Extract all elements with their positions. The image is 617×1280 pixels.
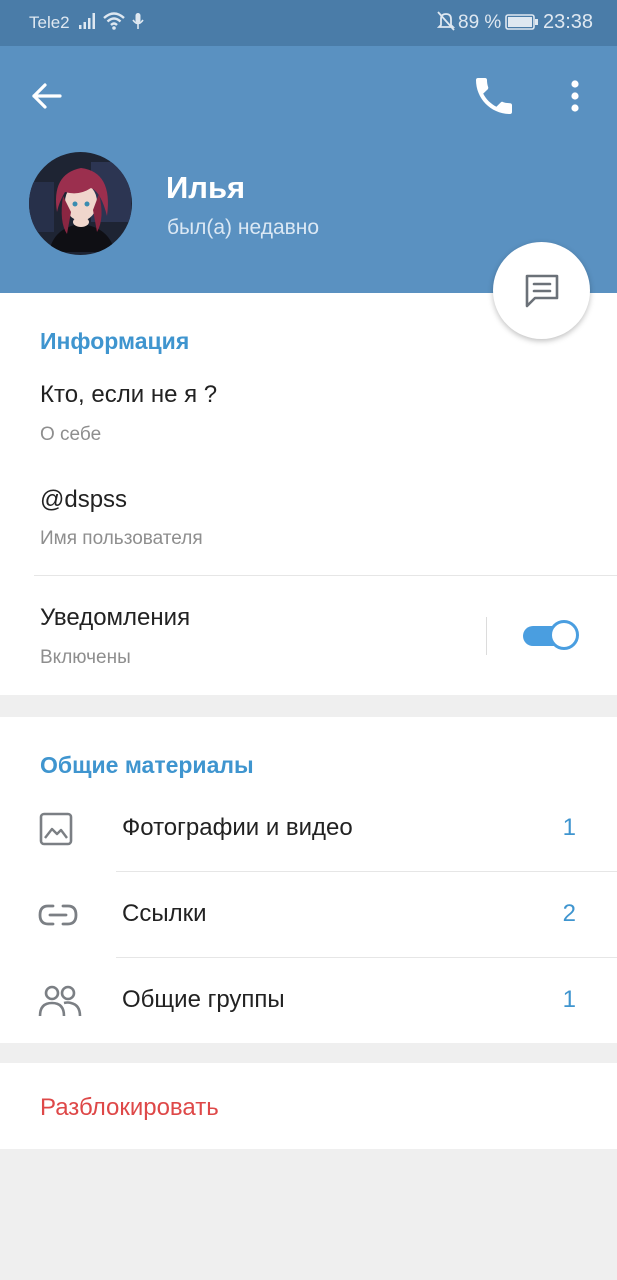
signal-icon <box>79 13 95 29</box>
status-bar: Tele2 89 % 23:38 <box>0 0 617 46</box>
message-icon <box>525 274 559 308</box>
media-row-photos[interactable]: Фотографии и видео 1 <box>0 786 617 872</box>
bell-off-icon <box>437 11 455 31</box>
info-section-title: Информация <box>40 328 190 354</box>
media-row-label: Общие группы <box>122 986 285 1013</box>
mic-icon <box>132 13 144 29</box>
user-status: был(а) недавно <box>167 216 320 239</box>
back-arrow-icon <box>32 83 62 109</box>
avatar[interactable] <box>29 152 132 255</box>
media-row-label: Ссылки <box>122 900 207 927</box>
toggle-knob <box>549 620 579 650</box>
wifi-icon <box>103 12 125 30</box>
divider <box>34 575 617 576</box>
username-label: Имя пользователя <box>40 528 203 549</box>
media-row-count: 2 <box>562 900 576 927</box>
more-options-button[interactable] <box>560 74 590 118</box>
link-icon <box>38 904 78 926</box>
toggle-separator <box>486 617 487 655</box>
call-button[interactable] <box>470 72 518 120</box>
unblock-button[interactable]: Разблокировать <box>40 1094 219 1122</box>
image-icon <box>39 812 73 846</box>
back-button[interactable] <box>26 76 70 116</box>
battery-percent: 89 % <box>458 12 502 33</box>
media-row-label: Фотографии и видео <box>122 814 353 841</box>
info-section: Информация Кто, если не я ? О себе @dsps… <box>0 293 617 695</box>
clock: 23:38 <box>543 11 594 33</box>
battery-icon <box>505 14 538 30</box>
phone-icon <box>476 78 512 114</box>
notifications-toggle[interactable] <box>521 619 581 651</box>
avatar-image <box>29 152 132 255</box>
bio-label: О себе <box>40 424 102 445</box>
user-name: Илья <box>166 170 246 205</box>
more-vertical-icon <box>571 80 579 112</box>
shared-media-title: Общие материалы <box>40 752 254 778</box>
media-row-count: 1 <box>562 986 576 1013</box>
carrier-name: Tele2 <box>29 13 70 32</box>
bio-value[interactable]: Кто, если не я ? <box>40 381 217 409</box>
media-row-links[interactable]: Ссылки 2 <box>0 872 617 958</box>
send-message-button[interactable] <box>493 242 590 339</box>
notifications-title[interactable]: Уведомления <box>40 604 190 632</box>
media-row-count: 1 <box>562 814 576 841</box>
notifications-status: Включены <box>40 647 131 668</box>
media-row-groups[interactable]: Общие группы 1 <box>0 958 617 1044</box>
username-value[interactable]: @dspss <box>40 486 127 514</box>
shared-media-section: Общие материалы Фотографии и видео 1 Ссы… <box>0 717 617 1043</box>
unblock-section: Разблокировать <box>0 1063 617 1149</box>
group-icon <box>38 985 82 1017</box>
